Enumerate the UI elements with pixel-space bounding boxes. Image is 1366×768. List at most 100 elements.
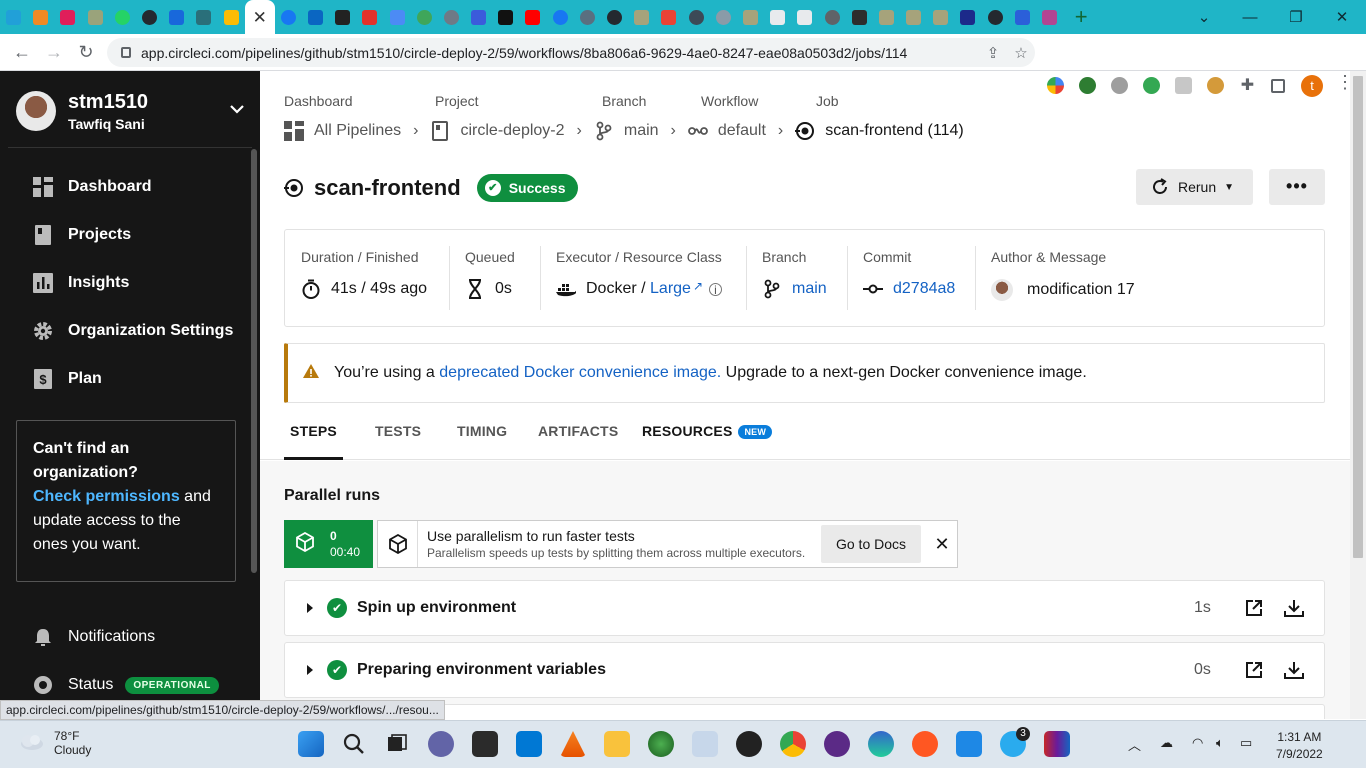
tab-favicon[interactable] xyxy=(383,0,410,34)
sidebar-item-status[interactable]: Status OPERATIONAL xyxy=(33,675,219,695)
tab-favicon[interactable] xyxy=(1009,0,1036,34)
tab-favicon[interactable] xyxy=(547,0,574,34)
tab-favicon[interactable] xyxy=(818,0,845,34)
open-external-icon[interactable] xyxy=(1234,599,1274,617)
tab-favicon[interactable] xyxy=(873,0,900,34)
vscode-icon[interactable] xyxy=(516,731,542,757)
tab-favicon[interactable] xyxy=(574,0,601,34)
chrome-icon[interactable] xyxy=(780,731,806,757)
tab-favicon[interactable] xyxy=(0,0,27,34)
media-player-icon[interactable] xyxy=(736,731,762,757)
tab-favicon[interactable] xyxy=(275,0,302,34)
sidebar-item-insights[interactable]: Insights xyxy=(33,273,129,293)
check-permissions-link[interactable]: Check permissions xyxy=(33,488,180,505)
winrar-icon[interactable] xyxy=(1044,731,1070,757)
sidebar-item-plan[interactable]: $ Plan xyxy=(33,369,102,389)
edge-icon[interactable] xyxy=(868,731,894,757)
crumb-workflow[interactable]: default xyxy=(687,121,766,141)
tab-favicon[interactable] xyxy=(1036,0,1063,34)
info-icon[interactable]: i xyxy=(709,282,723,296)
tab-favicon[interactable] xyxy=(438,0,465,34)
tab-favicon[interactable] xyxy=(846,0,873,34)
download-icon[interactable] xyxy=(1274,599,1314,617)
battery-icon[interactable]: ▭ xyxy=(1240,735,1252,751)
tab-favicon[interactable] xyxy=(82,0,109,34)
url-bar[interactable]: app.circleci.com/pipelines/github/stm151… xyxy=(107,38,1035,67)
sidebar-item-organization-settings[interactable]: Organization Settings xyxy=(33,321,233,341)
tab-active[interactable]: ✕ xyxy=(244,0,275,34)
tab-favicon[interactable] xyxy=(329,0,356,34)
tor-icon[interactable] xyxy=(824,731,850,757)
open-external-icon[interactable] xyxy=(1234,661,1274,679)
close-window-icon[interactable]: ✕ xyxy=(1319,0,1365,34)
globe-icon[interactable] xyxy=(648,731,674,757)
search-icon[interactable] xyxy=(341,731,367,757)
tab-favicon[interactable] xyxy=(109,0,136,34)
tab-favicon[interactable] xyxy=(54,0,81,34)
terminal-icon[interactable] xyxy=(472,731,498,757)
tab-favicon[interactable] xyxy=(492,0,519,34)
rerun-button[interactable]: Rerun ▼ xyxy=(1136,169,1253,205)
sidebar-item-notifications[interactable]: Notifications xyxy=(33,627,155,647)
new-tab-button[interactable]: + xyxy=(1063,0,1099,34)
tab-favicon[interactable] xyxy=(628,0,655,34)
tab-resources[interactable]: RESOURCES NEW xyxy=(642,423,773,460)
onedrive-icon[interactable]: ☁ xyxy=(1160,735,1173,751)
download-icon[interactable] xyxy=(1274,661,1314,679)
chevron-up-icon[interactable]: ︿ xyxy=(1128,735,1141,754)
bookmark-star-icon[interactable]: ☆ xyxy=(1007,44,1035,62)
resource-class-link[interactable]: Large xyxy=(650,280,691,298)
expand-caret-icon[interactable] xyxy=(307,603,313,613)
branch-link[interactable]: main xyxy=(792,280,827,298)
url-text[interactable]: app.circleci.com/pipelines/github/stm151… xyxy=(141,45,979,61)
tab-favicon[interactable] xyxy=(954,0,981,34)
brave-like-icon[interactable] xyxy=(912,731,938,757)
tab-favicon[interactable] xyxy=(764,0,791,34)
tab-favicon[interactable] xyxy=(927,0,954,34)
commit-link[interactable]: d2784a8 xyxy=(893,280,955,298)
deprecated-image-link[interactable]: deprecated Docker convenience image. xyxy=(439,364,721,382)
parallel-run-0[interactable]: 0 00:40 xyxy=(284,520,373,568)
go-to-docs-button[interactable]: Go to Docs xyxy=(821,525,921,563)
org-switcher[interactable]: stm1510 Tawfiq Sani xyxy=(16,87,256,135)
tab-favicon[interactable] xyxy=(737,0,764,34)
tab-favicon[interactable] xyxy=(900,0,927,34)
tab-favicon[interactable] xyxy=(218,0,245,34)
sidebar-scrollbar[interactable] xyxy=(251,149,257,573)
sidebar-item-dashboard[interactable]: Dashboard xyxy=(33,177,152,197)
scrollbar-thumb[interactable] xyxy=(1353,76,1363,558)
expand-caret-icon[interactable] xyxy=(307,665,313,675)
app-icon[interactable] xyxy=(692,731,718,757)
sidebar-item-projects[interactable]: Projects xyxy=(33,225,131,245)
tab-favicon[interactable] xyxy=(710,0,737,34)
crumb-all-pipelines[interactable]: All Pipelines xyxy=(284,121,401,141)
step-row[interactable]: ✔ Spin up environment 1s xyxy=(284,580,1325,636)
forward-icon[interactable]: → xyxy=(38,42,70,63)
page-scrollbar[interactable] xyxy=(1350,71,1366,719)
tab-favicon[interactable] xyxy=(190,0,217,34)
tab-favicon[interactable] xyxy=(982,0,1009,34)
tab-favicon[interactable] xyxy=(519,0,546,34)
back-icon[interactable]: ← xyxy=(6,42,38,63)
tab-favicon[interactable] xyxy=(465,0,492,34)
close-tab-icon[interactable]: ✕ xyxy=(253,9,267,26)
start-icon[interactable] xyxy=(298,731,324,757)
crumb-branch[interactable]: main xyxy=(594,121,659,141)
tab-favicon[interactable] xyxy=(356,0,383,34)
wifi-icon[interactable]: ◠ xyxy=(1192,735,1203,751)
chat-icon[interactable] xyxy=(428,731,454,757)
notes-icon[interactable] xyxy=(956,731,982,757)
tab-favicon[interactable] xyxy=(163,0,190,34)
crumb-project[interactable]: circle-deploy-2 xyxy=(430,121,565,141)
tab-tests[interactable]: TESTS xyxy=(375,423,421,460)
tab-timing[interactable]: TIMING xyxy=(457,423,507,460)
more-options-button[interactable]: ••• xyxy=(1269,169,1325,205)
close-icon[interactable]: ✕ xyxy=(927,534,957,555)
tab-search-icon[interactable]: ⌄ xyxy=(1181,0,1227,34)
tab-artifacts[interactable]: ARTIFACTS xyxy=(538,423,618,460)
restore-icon[interactable]: ❐ xyxy=(1273,0,1319,34)
weather-widget[interactable]: 78°F Cloudy xyxy=(18,729,91,757)
tab-favicon[interactable] xyxy=(655,0,682,34)
step-row[interactable]: ✔ Preparing environment variables 0s xyxy=(284,642,1325,698)
tab-favicon[interactable] xyxy=(791,0,818,34)
